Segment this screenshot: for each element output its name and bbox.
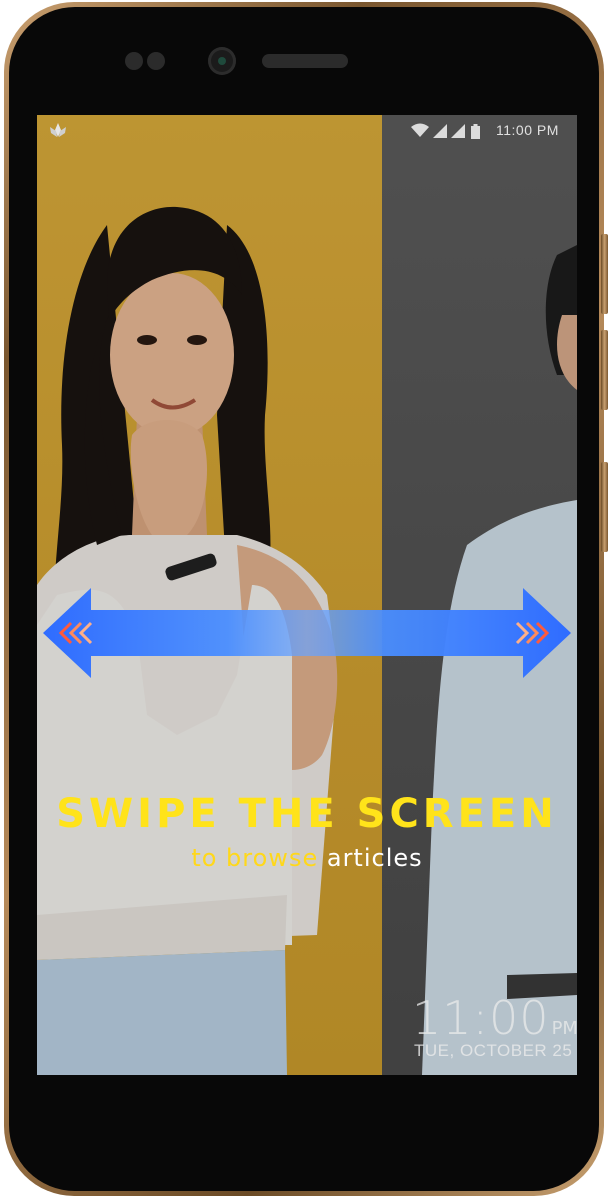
wifi-icon	[411, 123, 429, 137]
volume-button	[601, 234, 608, 314]
power-button	[601, 330, 608, 410]
signal-icon	[451, 124, 465, 138]
status-icons	[411, 123, 480, 139]
status-time: 11:00 PM	[496, 122, 559, 138]
subline-part2: articles	[326, 844, 423, 872]
side-button	[601, 462, 608, 552]
sensor-dots	[125, 52, 167, 70]
signal-icon	[433, 124, 447, 138]
swipe-arrow-icon	[43, 588, 571, 678]
clock-time: 11:00	[412, 991, 550, 1045]
lock-screen[interactable]: 11:00 PM SWIPE THE SCREEN to browse arti…	[37, 115, 577, 1075]
earpiece-speaker	[262, 54, 348, 68]
subline-part1: to browse	[191, 844, 319, 872]
front-camera	[208, 47, 236, 75]
swipe-subline: to browse articles	[37, 844, 577, 872]
clock-ampm: PM	[551, 1018, 577, 1039]
status-bar: 11:00 PM	[37, 115, 577, 145]
swipe-headline: SWIPE THE SCREEN	[56, 791, 558, 837]
app-logo-icon	[50, 123, 66, 137]
clock-date: TUE, OCTOBER 25	[414, 1041, 573, 1060]
lock-clock: 11:00 PM	[412, 995, 577, 1041]
battery-icon	[471, 124, 480, 139]
